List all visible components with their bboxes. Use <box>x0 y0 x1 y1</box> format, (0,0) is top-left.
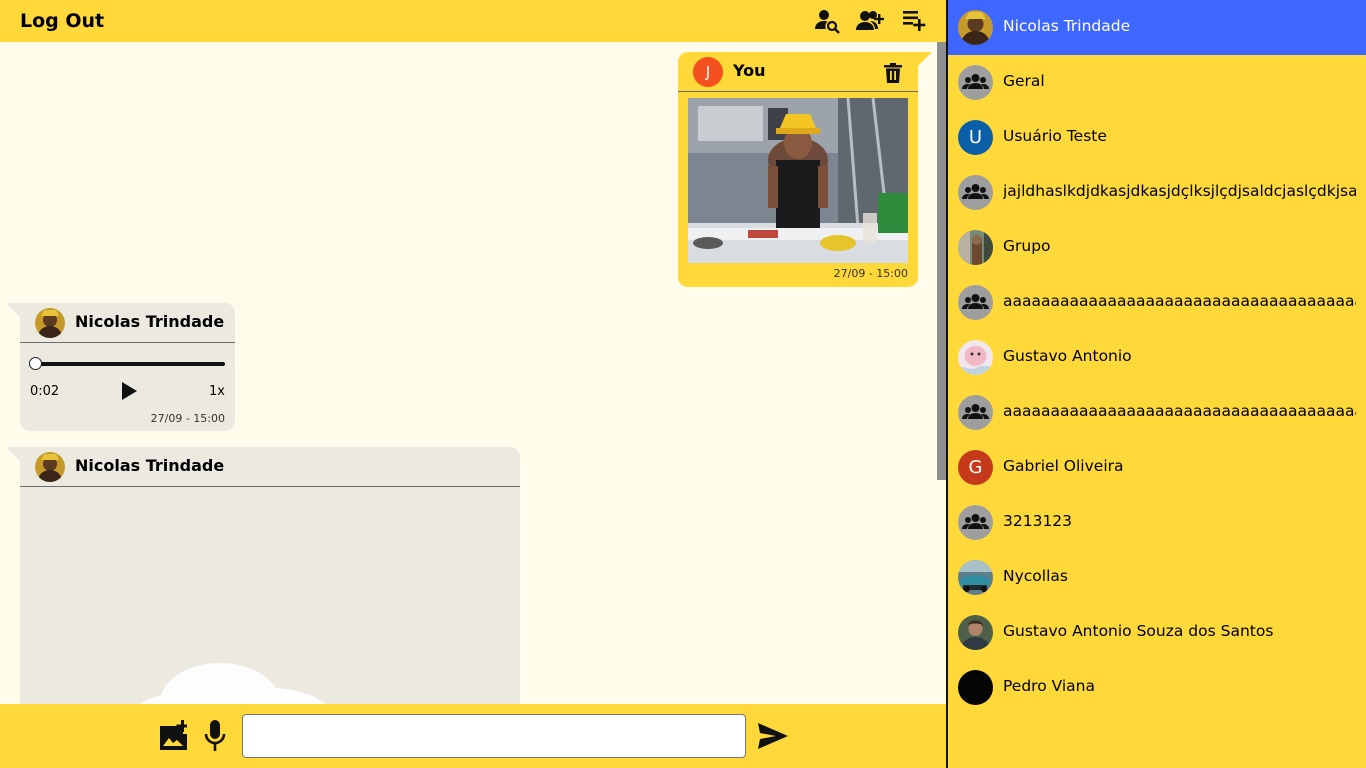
contact-name: Nycollas <box>1003 567 1068 585</box>
contact-name: aaaaaaaaaaaaaaaaaaaaaaaaaaaaaaaaaaaaaaaa… <box>1003 292 1356 310</box>
contact-item[interactable]: G Gabriel Oliveira <box>948 440 1366 495</box>
contact-name: Geral <box>1003 72 1045 90</box>
contact-item[interactable]: Geral <box>948 55 1366 110</box>
search-user-icon[interactable] <box>814 8 840 34</box>
send-icon[interactable] <box>758 723 788 749</box>
sender-name: Nicolas Trindade <box>75 456 225 475</box>
trash-icon[interactable] <box>884 63 902 83</box>
contact-name: Gustavo Antonio <box>1003 347 1132 365</box>
contact-item[interactable]: Gustavo Antonio <box>948 330 1366 385</box>
message-list[interactable]: J You 27/09 - 15:00 Nicolas Trindade 0:0… <box>0 42 946 704</box>
contact-name: jajldhaslkdjdkasjdkasjdçlksjlçdjsaldcjas… <box>1003 182 1356 200</box>
contact-item[interactable]: U Usuário Teste <box>948 110 1366 165</box>
message-timestamp: 27/09 - 15:00 <box>150 412 225 425</box>
message-composer <box>0 704 946 768</box>
avatar <box>958 670 993 705</box>
contact-item[interactable]: Grupo <box>948 220 1366 275</box>
message-input[interactable] <box>242 714 746 758</box>
incoming-audio-message: Nicolas Trindade 0:02 1x 27/09 - 15:00 <box>6 303 235 431</box>
group-icon <box>958 505 993 540</box>
incoming-image-message: Nicolas Trindade <box>6 447 520 704</box>
avatar <box>958 615 993 650</box>
contact-item[interactable]: 3213123 <box>948 495 1366 550</box>
avatar <box>958 340 993 375</box>
contact-name: aaaaaaaaaaaaaaaaaaaaaaaaaaaaaaaaaaaaaaaa… <box>1003 402 1356 420</box>
contact-item[interactable]: jajldhaslkdjdkasjdkasjdçlksjlçdjsaldcjas… <box>948 165 1366 220</box>
contact-item[interactable]: Nicolas Trindade <box>948 0 1366 55</box>
bubble-tail <box>6 303 20 317</box>
playback-speed-button[interactable]: 1x <box>209 384 225 399</box>
add-image-icon[interactable] <box>160 720 187 750</box>
bubble-tail <box>918 52 932 66</box>
message-timestamp: 27/09 - 15:00 <box>833 267 908 280</box>
message-header: J You <box>678 52 918 92</box>
sender-name: You <box>733 61 766 80</box>
contact-name: 3213123 <box>1003 512 1073 530</box>
avatar[interactable] <box>35 308 65 338</box>
audio-seek-handle[interactable] <box>29 357 42 370</box>
bubble-tail <box>6 447 20 461</box>
avatar <box>958 560 993 595</box>
contact-name: Gustavo Antonio Souza dos Santos <box>1003 622 1274 640</box>
contact-list: Nicolas Trindade Geral U Usuário Teste j… <box>948 0 1366 768</box>
microphone-icon[interactable] <box>204 720 226 752</box>
contact-name: Pedro Viana <box>1003 677 1096 695</box>
group-icon <box>958 175 993 210</box>
message-header: Nicolas Trindade <box>20 447 520 487</box>
outgoing-message: J You 27/09 - 15:00 <box>678 52 932 287</box>
message-list-scrollbar[interactable] <box>937 42 946 480</box>
avatar[interactable] <box>35 452 65 482</box>
contact-item[interactable]: Pedro Viana <box>948 660 1366 715</box>
avatar: U <box>958 120 993 155</box>
group-icon <box>958 65 993 100</box>
add-user-icon[interactable] <box>856 8 884 34</box>
audio-current-time: 0:02 <box>30 384 60 399</box>
contact-item[interactable]: aaaaaaaaaaaaaaaaaaaaaaaaaaaaaaaaaaaaaaaa… <box>948 385 1366 440</box>
contact-name: Grupo <box>1003 237 1051 255</box>
contact-item[interactable]: Gustavo Antonio Souza dos Santos <box>948 605 1366 660</box>
group-icon <box>958 285 993 320</box>
group-icon <box>958 395 993 430</box>
logout-button[interactable]: Log Out <box>20 10 104 32</box>
message-header: Nicolas Trindade <box>20 303 235 343</box>
contact-item[interactable]: Nycollas <box>948 550 1366 605</box>
contact-name: Nicolas Trindade <box>1003 17 1131 35</box>
message-image[interactable] <box>20 488 520 704</box>
chat-panel: Log Out J You 27/09 - 15:00 Nicolas Trin… <box>0 0 946 768</box>
avatar: G <box>958 450 993 485</box>
sender-name: Nicolas Trindade <box>75 312 225 331</box>
audio-seek-bar[interactable] <box>35 362 225 366</box>
avatar[interactable]: J <box>693 57 723 87</box>
message-image[interactable] <box>688 98 908 263</box>
chat-header: Log Out <box>0 0 946 42</box>
play-icon[interactable] <box>121 382 137 400</box>
new-chat-icon[interactable] <box>902 8 926 34</box>
contact-name: Gabriel Oliveira <box>1003 457 1124 475</box>
contact-name: Usuário Teste <box>1003 127 1107 145</box>
contact-item[interactable]: aaaaaaaaaaaaaaaaaaaaaaaaaaaaaaaaaaaaaaaa… <box>948 275 1366 330</box>
avatar <box>958 230 993 265</box>
avatar <box>958 10 993 45</box>
